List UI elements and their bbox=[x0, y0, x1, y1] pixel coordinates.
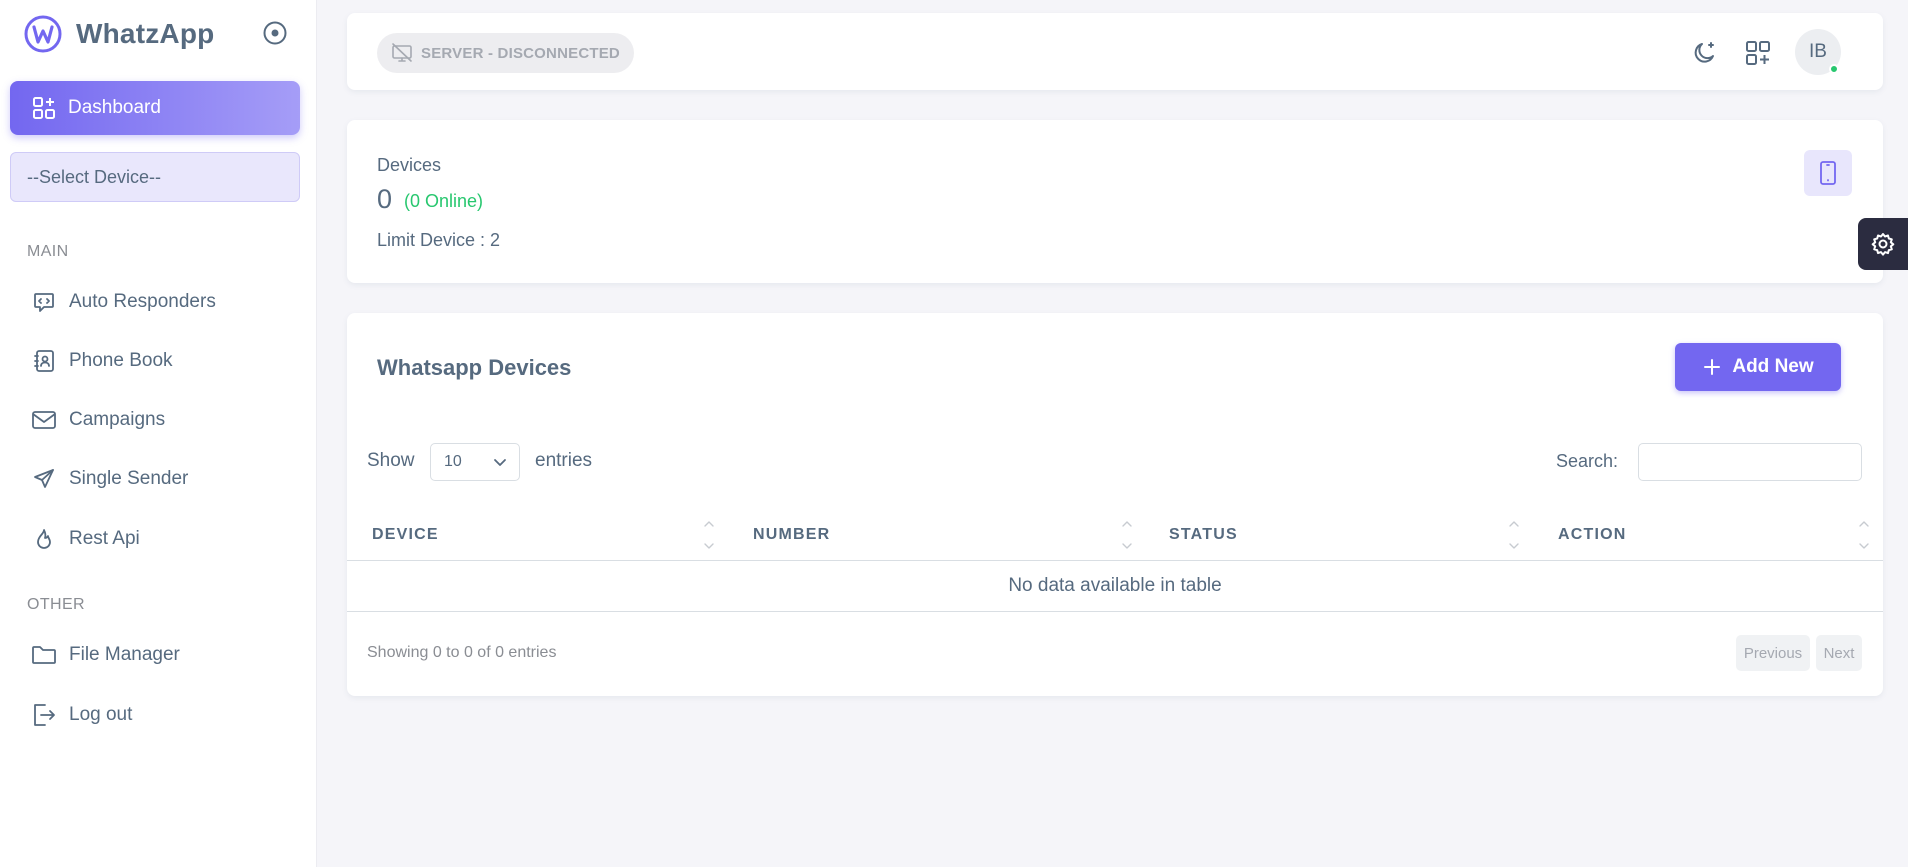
device-limit: Limit Device : 2 bbox=[377, 230, 501, 250]
folder-icon bbox=[31, 642, 57, 668]
column-header-device[interactable]: DEVICE bbox=[372, 509, 439, 561]
online-status-dot bbox=[1829, 64, 1839, 74]
column-header-action[interactable]: ACTION bbox=[1558, 509, 1627, 561]
sort-arrows-icon[interactable] bbox=[1507, 517, 1521, 553]
plus-icon bbox=[1702, 357, 1722, 377]
empty-table-message: No data available in table bbox=[347, 561, 1883, 612]
entries-label: entries bbox=[535, 450, 593, 471]
collapse-sidebar-icon[interactable] bbox=[262, 20, 288, 46]
table-info: Showing 0 to 0 of 0 entries bbox=[367, 644, 557, 661]
table-header-row: DEVICE NUMBER STATUS ACTION bbox=[347, 509, 1883, 561]
flame-icon bbox=[31, 526, 57, 552]
server-off-icon bbox=[391, 43, 413, 63]
search-label: Search: bbox=[1556, 451, 1619, 471]
sidebar-item-phone-book[interactable]: Phone Book bbox=[10, 338, 300, 384]
server-status-text: SERVER - DISCONNECTED bbox=[421, 44, 620, 62]
devices-label: Devices bbox=[377, 155, 442, 175]
contact-book-icon bbox=[31, 348, 57, 374]
chat-code-icon bbox=[31, 289, 57, 315]
dark-mode-moon-icon[interactable] bbox=[1689, 37, 1721, 69]
customizer-settings-button[interactable] bbox=[1858, 218, 1908, 270]
sidebar: WhatzApp Dashboard --Select Device-- MAI… bbox=[0, 0, 317, 867]
table-search-input[interactable] bbox=[1638, 443, 1862, 481]
mobile-phone-icon bbox=[1819, 160, 1837, 186]
column-header-status[interactable]: STATUS bbox=[1169, 509, 1238, 561]
mail-icon bbox=[31, 407, 57, 433]
chevron-down-icon bbox=[493, 455, 507, 469]
menu-header-main: MAIN bbox=[27, 243, 69, 260]
column-label: ACTION bbox=[1558, 526, 1627, 543]
devices-online-count: (0 Online) bbox=[404, 191, 484, 211]
sidebar-item-auto-responders[interactable]: Auto Responders bbox=[10, 279, 300, 325]
sidebar-item-rest-api[interactable]: Rest Api bbox=[10, 516, 300, 562]
add-new-label: Add New bbox=[1732, 356, 1814, 377]
server-status-badge: SERVER - DISCONNECTED bbox=[377, 33, 634, 73]
brand-name: WhatzApp bbox=[76, 18, 215, 49]
entries-per-page-select[interactable]: 10 bbox=[430, 443, 520, 481]
dashboard-grid-icon bbox=[32, 96, 56, 120]
sidebar-item-campaigns[interactable]: Campaigns bbox=[10, 397, 300, 443]
menu-header-other: OTHER bbox=[27, 596, 85, 613]
column-label: DEVICE bbox=[372, 526, 439, 543]
sidebar-item-file-manager[interactable]: File Manager bbox=[10, 632, 300, 678]
top-navbar: SERVER - DISCONNECTED IB bbox=[347, 13, 1883, 90]
devices-summary-card: Devices 0 (0 Online) Limit Device : 2 bbox=[347, 120, 1883, 283]
sidebar-item-label: Campaigns bbox=[69, 409, 166, 430]
sidebar-item-label: File Manager bbox=[69, 644, 180, 665]
whatsapp-devices-card: Whatsapp Devices Add New Show 10 entries… bbox=[347, 313, 1883, 696]
card-title: Whatsapp Devices bbox=[377, 355, 572, 380]
add-new-button[interactable]: Add New bbox=[1675, 343, 1841, 391]
column-label: STATUS bbox=[1169, 526, 1238, 543]
device-icon-badge bbox=[1804, 150, 1852, 196]
sidebar-item-label: Rest Api bbox=[69, 528, 140, 549]
sidebar-item-log-out[interactable]: Log out bbox=[10, 692, 300, 738]
whatzapp-logo-icon bbox=[24, 15, 62, 53]
sidebar-item-label: Auto Responders bbox=[69, 291, 216, 312]
sidebar-item-label: Log out bbox=[69, 704, 133, 725]
sidebar-item-single-sender[interactable]: Single Sender bbox=[10, 456, 300, 502]
column-label: NUMBER bbox=[753, 526, 831, 543]
sort-arrows-icon[interactable] bbox=[1857, 517, 1871, 553]
logout-icon bbox=[31, 702, 57, 728]
sidebar-item-label: Phone Book bbox=[69, 350, 173, 371]
select-device-dropdown[interactable]: --Select Device-- bbox=[10, 152, 300, 202]
entries-per-page-value: 10 bbox=[444, 453, 462, 470]
sidebar-item-label: Single Sender bbox=[69, 468, 189, 489]
sort-arrows-icon[interactable] bbox=[702, 517, 716, 553]
gear-icon bbox=[1871, 232, 1895, 256]
previous-page-button[interactable]: Previous bbox=[1736, 635, 1810, 671]
avatar-initials: IB bbox=[1809, 41, 1827, 62]
brand[interactable]: WhatzApp bbox=[24, 14, 214, 54]
show-label: Show bbox=[367, 450, 415, 471]
sort-arrows-icon[interactable] bbox=[1120, 517, 1134, 553]
sidebar-item-dashboard[interactable]: Dashboard bbox=[10, 81, 300, 135]
user-avatar[interactable]: IB bbox=[1795, 29, 1841, 75]
sidebar-item-label: Dashboard bbox=[68, 97, 161, 118]
shortcuts-grid-icon[interactable] bbox=[1742, 37, 1774, 69]
send-icon bbox=[31, 466, 57, 492]
next-page-button[interactable]: Next bbox=[1816, 635, 1862, 671]
devices-count: 0 bbox=[377, 184, 393, 214]
column-header-number[interactable]: NUMBER bbox=[753, 509, 830, 561]
